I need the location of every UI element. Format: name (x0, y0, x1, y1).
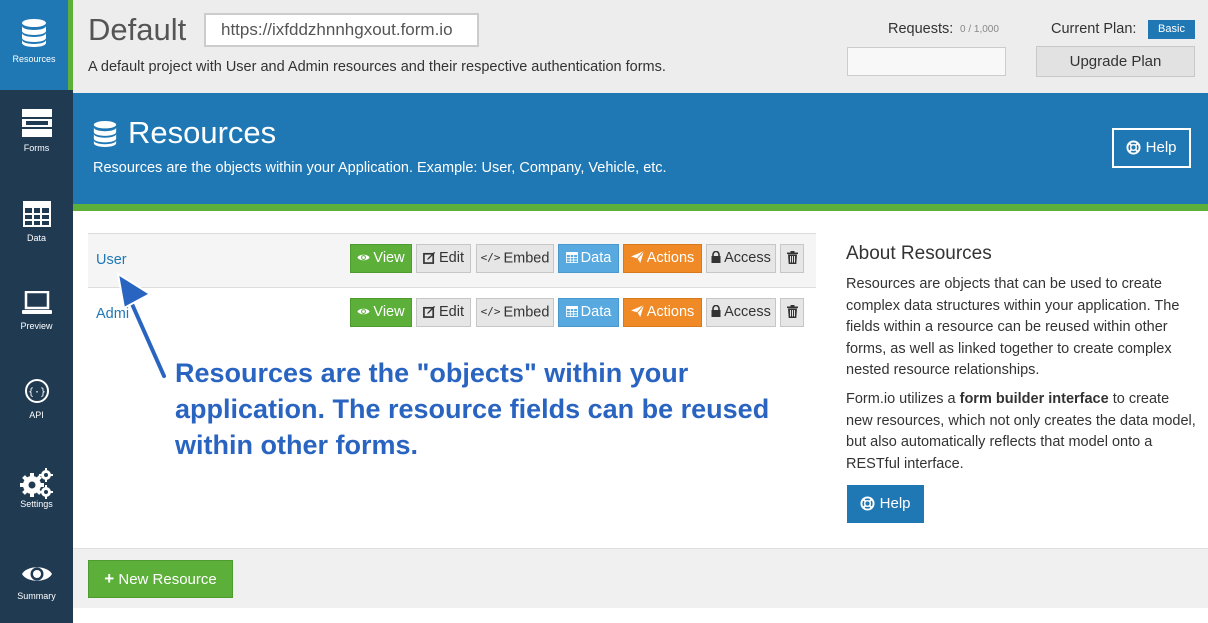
project-description: A default project with User and Admin re… (88, 59, 666, 75)
sidebar-item-forms[interactable]: Forms (0, 93, 73, 183)
about-bold-text: form builder interface (959, 391, 1109, 407)
eye-icon (357, 254, 370, 260)
resources-header: Resources Resources are the objects with… (73, 93, 1208, 211)
sidebar-item-label: Resources (12, 54, 56, 64)
edit-icon (423, 305, 436, 318)
project-title: Default (88, 12, 187, 47)
svg-text:{·}: {·} (27, 387, 45, 398)
help-button-label: Help (879, 495, 911, 512)
api-icon: {·} (24, 379, 49, 403)
footer: + New Resource (73, 548, 1208, 608)
trash-icon (786, 250, 798, 264)
requests-label: Requests: (888, 21, 954, 37)
access-button[interactable]: Access (706, 298, 776, 327)
current-plan-label: Current Plan: (1051, 21, 1137, 37)
embed-button[interactable]: </> Embed (476, 244, 554, 273)
database-icon (22, 19, 46, 47)
help-button[interactable]: Help (1112, 128, 1191, 168)
sidebar-item-label: Forms (23, 143, 50, 153)
delete-button[interactable] (780, 298, 804, 327)
paper-plane-icon (630, 251, 644, 264)
sidebar-item-api[interactable]: {·} API (0, 363, 73, 453)
actions-button[interactable]: Actions (623, 244, 702, 273)
plan-badge: Basic (1148, 20, 1195, 39)
data-button[interactable]: Data (558, 244, 619, 273)
gears-icon (19, 468, 53, 499)
delete-button[interactable] (780, 244, 804, 273)
sidebar: Resources Forms Data Preview {·} API Set… (0, 0, 73, 623)
help-button-label: Help (1145, 139, 1177, 156)
actions-button-label: Actions (646, 304, 695, 320)
access-button-label: Access (724, 250, 771, 266)
requests-usage-bar (847, 47, 1006, 76)
sidebar-item-label: Settings (20, 499, 53, 509)
paper-plane-icon (630, 305, 644, 318)
about-text: Form.io utilizes a (846, 391, 960, 407)
table-icon (22, 201, 51, 227)
tutorial-annotation: Resources are the "objects" within your … (175, 358, 770, 460)
sidebar-item-label: Preview (20, 321, 53, 331)
embed-button[interactable]: </> Embed (476, 298, 554, 327)
laptop-icon (21, 291, 52, 314)
resource-row: Admi View Edit </> Embed Data Actions Acc… (88, 287, 816, 341)
about-paragraph: Form.io utilizes a form builder interfac… (846, 389, 1196, 475)
lock-icon (711, 305, 721, 318)
about-help-button[interactable]: Help (847, 485, 924, 523)
table-icon (565, 251, 578, 263)
embed-button-label: Embed (503, 250, 550, 267)
requests-count: 0 / 1,000 (960, 24, 999, 35)
access-button-label: Access (724, 304, 771, 320)
project-header: Default https://ixfddzhnnhgxout.form.io … (73, 0, 1208, 93)
sidebar-item-summary[interactable]: Summary (0, 543, 73, 623)
life-ring-icon (860, 496, 876, 511)
edit-button[interactable]: Edit (416, 298, 471, 327)
new-resource-label: New Resource (118, 571, 217, 588)
view-button-label: View (373, 250, 405, 266)
annotation-arrow (116, 271, 168, 380)
data-button[interactable]: Data (558, 298, 619, 327)
view-button[interactable]: View (350, 298, 412, 327)
data-button-label: Data (580, 250, 612, 266)
eye-icon (357, 308, 370, 314)
actions-button-label: Actions (646, 250, 695, 266)
database-icon (93, 121, 117, 147)
sidebar-item-label: API (29, 410, 44, 420)
trash-icon (786, 304, 798, 318)
edit-button[interactable]: Edit (416, 244, 471, 273)
new-resource-button[interactable]: + New Resource (88, 560, 233, 598)
access-button[interactable]: Access (706, 244, 776, 273)
sidebar-item-label: Data (26, 233, 46, 243)
table-icon (565, 305, 578, 317)
actions-button[interactable]: Actions (623, 298, 702, 327)
edit-button-label: Edit (439, 304, 464, 320)
edit-icon (423, 251, 436, 264)
embed-button-label: Embed (503, 304, 550, 321)
page-title: Resources (128, 115, 277, 150)
code-icon: </> (480, 251, 501, 264)
forms-icon (21, 109, 52, 137)
plus-icon: + (104, 569, 115, 588)
lock-icon (711, 251, 721, 264)
data-button-label: Data (580, 304, 612, 320)
sidebar-item-preview[interactable]: Preview (0, 273, 73, 363)
view-button[interactable]: View (350, 244, 412, 273)
edit-button-label: Edit (439, 250, 464, 266)
code-icon: </> (480, 305, 501, 318)
upgrade-plan-button[interactable]: Upgrade Plan (1036, 46, 1195, 77)
sidebar-item-resources[interactable]: Resources (0, 0, 73, 90)
view-button-label: View (373, 304, 405, 320)
eye-icon (21, 567, 52, 581)
sidebar-item-label: Summary (17, 591, 56, 601)
resource-row: User View Edit </> Embed Data Actions Acc… (88, 233, 816, 287)
page-subtitle: Resources are the objects within your Ap… (93, 160, 667, 176)
life-ring-icon (1126, 140, 1142, 155)
sidebar-item-settings[interactable]: Settings (0, 453, 73, 543)
about-paragraph: Resources are objects that can be used t… (846, 276, 1180, 378)
about-title: About Resources (846, 243, 992, 264)
sidebar-item-data[interactable]: Data (0, 183, 73, 273)
resource-name-link[interactable]: User (96, 252, 127, 268)
project-url-field[interactable]: https://ixfddzhnnhgxout.form.io (204, 13, 479, 47)
